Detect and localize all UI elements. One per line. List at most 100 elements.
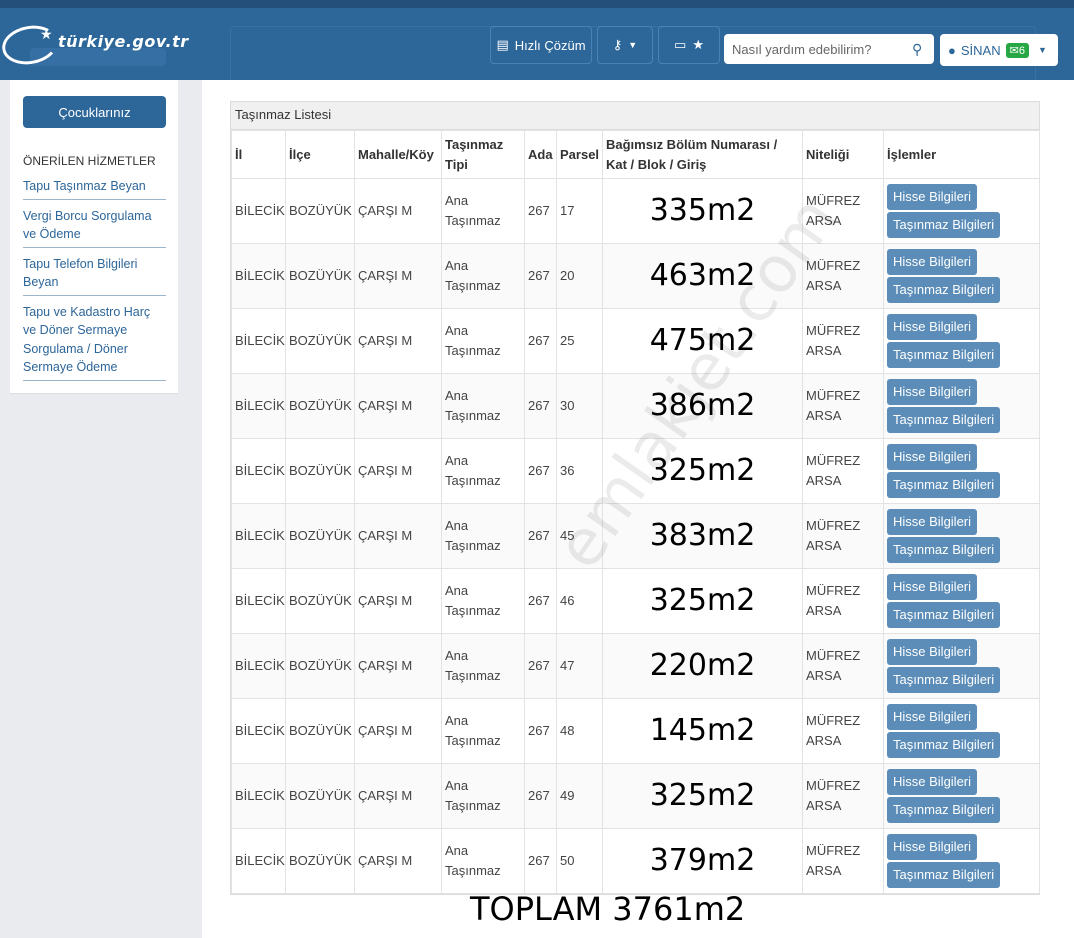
table-row: BİLECİK BOZÜYÜK ÇARŞI M Ana Taşınmaz 267 25 47…: [231, 308, 1040, 374]
cell-block: 267: [524, 373, 557, 439]
cell-block: 267: [524, 698, 557, 764]
children-button[interactable]: Çocuklarınız: [23, 96, 166, 128]
cell-block: 267: [524, 438, 557, 504]
cell-district: BOZÜYÜK: [285, 373, 355, 439]
cell-quality: MÜFREZ ARSA: [802, 503, 884, 569]
cell-province: BİLECİK: [231, 568, 286, 634]
cell-area: 325m2: [602, 438, 803, 504]
column-header: Niteliği: [802, 130, 884, 179]
table-row: BİLECİK BOZÜYÜK ÇARŞI M Ana Taşınmaz 267 49 32…: [231, 763, 1040, 829]
share-info-button[interactable]: Hisse Bilgileri: [887, 249, 978, 275]
share-info-button[interactable]: Hisse Bilgileri: [887, 704, 978, 730]
share-info-button[interactable]: Hisse Bilgileri: [887, 639, 978, 665]
table-row: BİLECİK BOZÜYÜK ÇARŞI M Ana Taşınmaz 267 46 32…: [231, 568, 1040, 634]
column-header: Ada: [524, 130, 557, 179]
cell-area: 335m2: [602, 178, 803, 244]
table-header-row: İl İlçe Mahalle/Köy Taşınmaz Tipi Ada Pa…: [231, 130, 1040, 179]
cell-property-type: Ana Taşınmaz: [441, 568, 525, 634]
message-badge[interactable]: ✉6: [1005, 42, 1029, 58]
cell-district: BOZÜYÜK: [285, 698, 355, 764]
cell-parcel: 48: [556, 698, 603, 764]
cell-property-type: Ana Taşınmaz: [441, 828, 525, 894]
chat-icon: ▤: [496, 37, 509, 52]
cell-parcel: 45: [556, 503, 603, 569]
property-info-button[interactable]: Taşınmaz Bilgileri: [887, 472, 1001, 498]
cell-block: 267: [524, 568, 557, 634]
message-count: 6: [1018, 44, 1025, 57]
cell-parcel: 25: [556, 308, 603, 374]
cell-province: BİLECİK: [231, 698, 286, 764]
sidebar-item-fee-payment[interactable]: Tapu ve Kadastro Harç ve Döner Sermaye S…: [23, 302, 166, 381]
search-input[interactable]: [732, 41, 912, 57]
cell-quality: MÜFREZ ARSA: [802, 568, 884, 634]
cell-quality: MÜFREZ ARSA: [802, 308, 884, 374]
property-info-button[interactable]: Taşınmaz Bilgileri: [887, 862, 1001, 888]
cell-neighborhood: ÇARŞI M: [354, 373, 442, 439]
panel-title: Taşınmaz Listesi: [231, 102, 1039, 130]
property-info-button[interactable]: Taşınmaz Bilgileri: [887, 797, 1001, 823]
cell-district: BOZÜYÜK: [285, 243, 355, 309]
property-info-button[interactable]: Taşınmaz Bilgileri: [887, 732, 1001, 758]
share-info-button[interactable]: Hisse Bilgileri: [887, 314, 978, 340]
search-box: ⚲: [724, 34, 934, 64]
table-row: BİLECİK BOZÜYÜK ÇARŞI M Ana Taşınmaz 267 50 37…: [231, 828, 1040, 894]
cell-parcel: 50: [556, 828, 603, 894]
user-menu-button[interactable]: ● SİNAN ✉6 ▼: [940, 34, 1058, 66]
property-info-button[interactable]: Taşınmaz Bilgileri: [887, 667, 1001, 693]
cell-actions: Hisse Bilgileri Taşınmaz Bilgileri: [883, 698, 1040, 764]
share-info-button[interactable]: Hisse Bilgileri: [887, 769, 978, 795]
cell-area: 475m2: [602, 308, 803, 374]
property-info-button[interactable]: Taşınmaz Bilgileri: [887, 277, 1001, 303]
cell-property-type: Ana Taşınmaz: [441, 438, 525, 504]
property-info-button[interactable]: Taşınmaz Bilgileri: [887, 212, 1001, 238]
cell-quality: MÜFREZ ARSA: [802, 438, 884, 504]
cell-area: 220m2: [602, 633, 803, 699]
cell-neighborhood: ÇARŞI M: [354, 503, 442, 569]
property-info-button[interactable]: Taşınmaz Bilgileri: [887, 602, 1001, 628]
share-info-button[interactable]: Hisse Bilgileri: [887, 184, 978, 210]
key-menu-button[interactable]: ⚷ ▼: [597, 26, 653, 64]
cell-neighborhood: ÇARŞI M: [354, 633, 442, 699]
quick-solution-button[interactable]: ▤ Hızlı Çözüm: [490, 26, 592, 64]
cell-actions: Hisse Bilgileri Taşınmaz Bilgileri: [883, 763, 1040, 829]
cell-quality: MÜFREZ ARSA: [802, 698, 884, 764]
sidebar-item-phone-info[interactable]: Tapu Telefon Bilgileri Beyan: [23, 254, 166, 296]
share-info-button[interactable]: Hisse Bilgileri: [887, 574, 978, 600]
table-row: BİLECİK BOZÜYÜK ÇARŞI M Ana Taşınmaz 267 17 33…: [231, 178, 1040, 244]
cell-province: BİLECİK: [231, 308, 286, 374]
property-info-button[interactable]: Taşınmaz Bilgileri: [887, 407, 1001, 433]
cell-district: BOZÜYÜK: [285, 438, 355, 504]
cell-parcel: 47: [556, 633, 603, 699]
property-info-button[interactable]: Taşınmaz Bilgileri: [887, 537, 1001, 563]
cell-actions: Hisse Bilgileri Taşınmaz Bilgileri: [883, 178, 1040, 244]
favorites-button[interactable]: ▭ ★: [658, 26, 720, 64]
site-logo[interactable]: ★ türkiye.gov.tr: [0, 21, 202, 69]
cell-quality: MÜFREZ ARSA: [802, 763, 884, 829]
search-icon[interactable]: ⚲: [912, 41, 922, 58]
sidebar-item-property-declaration[interactable]: Tapu Taşınmaz Beyan: [23, 176, 166, 200]
cell-parcel: 36: [556, 438, 603, 504]
share-info-button[interactable]: Hisse Bilgileri: [887, 379, 978, 405]
cell-block: 267: [524, 763, 557, 829]
table-row: BİLECİK BOZÜYÜK ÇARŞI M Ana Taşınmaz 267 48 14…: [231, 698, 1040, 764]
cell-area: 386m2: [602, 373, 803, 439]
cell-actions: Hisse Bilgileri Taşınmaz Bilgileri: [883, 828, 1040, 894]
cell-area: 379m2: [602, 828, 803, 894]
share-info-button[interactable]: Hisse Bilgileri: [887, 834, 978, 860]
cell-parcel: 30: [556, 373, 603, 439]
cell-area: 145m2: [602, 698, 803, 764]
sidebar-item-tax-debt[interactable]: Vergi Borcu Sorgulama ve Ödeme: [23, 206, 166, 248]
sidebar: Çocuklarınız ÖNERİLEN HİZMETLER Tapu Taş…: [10, 80, 178, 394]
cell-actions: Hisse Bilgileri Taşınmaz Bilgileri: [883, 633, 1040, 699]
cell-block: 267: [524, 503, 557, 569]
share-info-button[interactable]: Hisse Bilgileri: [887, 509, 978, 535]
id-card-icon: ▭: [674, 37, 687, 52]
cell-province: BİLECİK: [231, 438, 286, 504]
cell-area: 325m2: [602, 763, 803, 829]
property-info-button[interactable]: Taşınmaz Bilgileri: [887, 342, 1001, 368]
cell-parcel: 46: [556, 568, 603, 634]
cell-block: 267: [524, 178, 557, 244]
share-info-button[interactable]: Hisse Bilgileri: [887, 444, 978, 470]
cell-neighborhood: ÇARŞI M: [354, 698, 442, 764]
cell-neighborhood: ÇARŞI M: [354, 828, 442, 894]
